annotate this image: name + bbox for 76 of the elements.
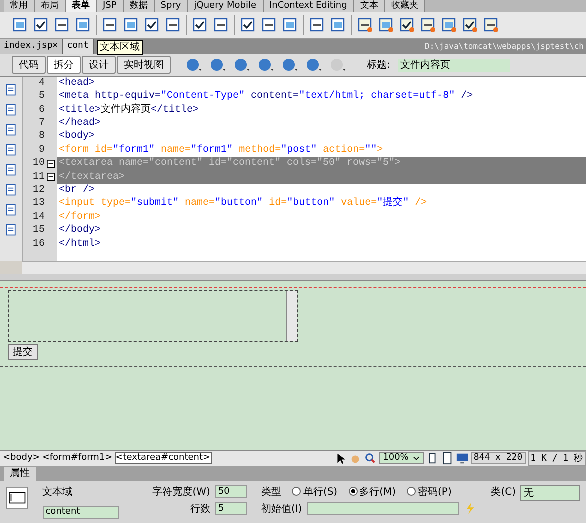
- line-number: 13: [32, 197, 46, 211]
- code-line: <head>: [58, 76, 96, 90]
- rows-label: 行数: [190, 502, 210, 516]
- download-stats: 1 K / 1 秒: [528, 450, 586, 466]
- line-number: 11: [32, 170, 46, 184]
- document-tab[interactable]: index.jsp×: [0, 38, 64, 54]
- code-line: <input type="submit" name="button" id="button" value="提交" />: [58, 197, 428, 211]
- line-number: 5: [38, 90, 46, 104]
- code-line: </html>: [58, 238, 102, 251]
- code-line: <title>文件内容页</title>: [58, 104, 200, 117]
- class-label: 类(C): [491, 486, 516, 500]
- fold-icon[interactable]: [47, 160, 55, 168]
- line-number: 6: [38, 104, 46, 117]
- desktop-size-icon[interactable]: [456, 452, 469, 465]
- code-line: </form>: [58, 210, 102, 224]
- line-number: 4: [38, 76, 46, 90]
- tag-selector-item[interactable]: <textarea#content>: [114, 452, 212, 464]
- textarea-field[interactable]: [8, 290, 298, 342]
- horizontal-scrollbar[interactable]: [22, 261, 586, 274]
- rows-field[interactable]: 5: [215, 502, 248, 516]
- type-radio[interactable]: 多行(M): [348, 484, 396, 499]
- insert-panel-tab[interactable]: 文本: [354, 0, 386, 12]
- element-type-label: 文本域: [42, 486, 74, 499]
- zoom-icon[interactable]: [364, 452, 378, 465]
- insert-panel-tab[interactable]: 数据: [124, 0, 155, 12]
- class-dropdown[interactable]: 无: [520, 484, 580, 501]
- insert-panel-tab[interactable]: 收藏夹: [385, 0, 426, 12]
- initial-value-label: 初始值(I): [261, 502, 302, 516]
- file-path: D:\java\tomcat\webapps\jsptest\ch: [425, 42, 585, 51]
- caret-icon[interactable]: [412, 456, 420, 461]
- insert-panel-tab[interactable]: 常用: [4, 0, 35, 12]
- line-number: 12: [32, 184, 46, 198]
- insert-panel-tab[interactable]: InContext Editing: [264, 0, 354, 12]
- tooltip: 文本区域: [97, 40, 143, 55]
- document-icon[interactable]: [4, 82, 18, 97]
- insert-panel-tab[interactable]: JSP: [97, 0, 124, 12]
- name-field[interactable]: content: [42, 506, 119, 519]
- insert-panel-tab[interactable]: jQuery Mobile: [188, 0, 264, 12]
- submit-button[interactable]: 提交: [8, 344, 38, 360]
- tag-selector-item[interactable]: <form#form1>: [42, 453, 113, 464]
- tag-selector-item[interactable]: <body>: [3, 453, 40, 464]
- title-label: 标题:: [367, 58, 390, 72]
- code-line: <br />: [58, 184, 96, 198]
- line-number: 9: [38, 144, 46, 158]
- line-number: 14: [32, 210, 46, 224]
- code-line: <meta http-equiv="Content-Type" content="text/html; charset=utf-8" />: [58, 90, 474, 104]
- line-number: 10: [32, 157, 46, 171]
- fold-icon[interactable]: [47, 173, 55, 182]
- document-tab[interactable]: cont: [63, 38, 94, 54]
- view-button[interactable]: 设计: [82, 56, 116, 74]
- insert-panel-tab[interactable]: 布局: [35, 0, 66, 12]
- tablet-size-icon[interactable]: [440, 452, 454, 465]
- view-button[interactable]: 实时视图: [117, 56, 171, 74]
- window-size-dropdown[interactable]: 844 x 220: [470, 452, 526, 464]
- char-width-field[interactable]: 50: [215, 485, 248, 498]
- view-button[interactable]: 代码: [12, 56, 46, 74]
- char-width-label: 字符宽度(W): [152, 486, 210, 499]
- type-radio[interactable]: 密码(P): [407, 484, 452, 499]
- view-button[interactable]: 拆分: [47, 56, 81, 74]
- line-number: 7: [38, 116, 46, 130]
- line-number: 15: [32, 224, 46, 238]
- type-label: 类型: [261, 486, 282, 499]
- insert-panel-tab[interactable]: Spry: [154, 0, 188, 12]
- line-number: 16: [32, 238, 46, 251]
- code-line: </body>: [58, 224, 102, 238]
- properties-tab[interactable]: 属性: [4, 466, 36, 481]
- type-radio[interactable]: 单行(S): [292, 484, 338, 499]
- initial-value-field[interactable]: [307, 502, 460, 516]
- zoom-dropdown[interactable]: 100%: [379, 452, 424, 464]
- insert-panel-tab[interactable]: 表单: [66, 0, 97, 12]
- code-line: <body>: [58, 130, 96, 144]
- title-field[interactable]: 文件内容页: [398, 58, 510, 72]
- code-line: <form id="form1" name="form1" method="post" action="">: [58, 144, 384, 158]
- line-number: 8: [38, 130, 46, 144]
- splitter-bar[interactable]: [0, 274, 586, 282]
- code-line: </head>: [58, 116, 102, 130]
